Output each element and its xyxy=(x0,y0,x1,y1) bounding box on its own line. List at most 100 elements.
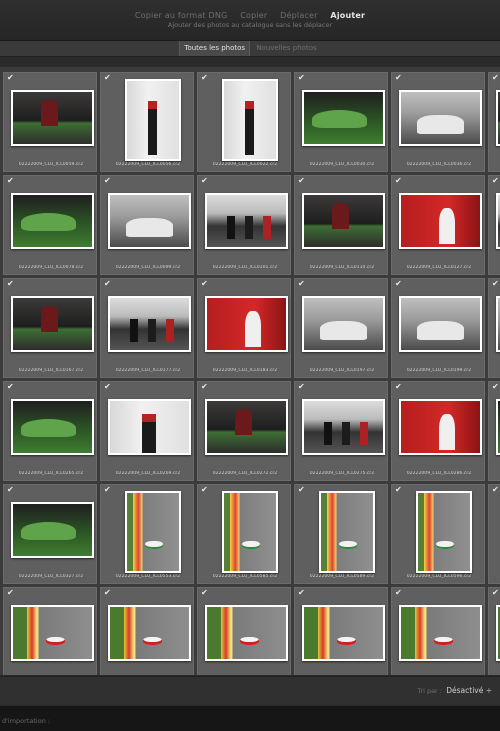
include-checkbox-icon[interactable]: ✔ xyxy=(201,280,208,288)
photo-cell[interactable]: ✔ 02222009_CLU_ICL0585.cr2 xyxy=(197,484,291,584)
include-checkbox-icon[interactable]: ✔ xyxy=(395,383,402,391)
include-checkbox-icon[interactable]: ✔ xyxy=(298,177,305,185)
include-checkbox-icon[interactable]: ✔ xyxy=(104,383,111,391)
photo-cell[interactable]: ✔ 02222009_CLU_ICL0022.cr2 xyxy=(197,72,291,172)
mode-copy[interactable]: Copier xyxy=(240,11,267,20)
mode-add[interactable]: Ajouter xyxy=(330,11,365,20)
photo-thumbnail[interactable] xyxy=(11,399,94,455)
photo-thumbnail[interactable] xyxy=(205,193,288,249)
photo-thumbnail[interactable] xyxy=(399,193,482,249)
photo-cell[interactable]: ✔ 02222009_CLU_ICL0110.cr2 xyxy=(294,175,388,275)
photo-thumbnail[interactable] xyxy=(108,605,191,661)
photo-cell[interactable]: ✔ xyxy=(488,72,500,172)
include-checkbox-icon[interactable]: ✔ xyxy=(395,486,402,494)
photo-thumbnail[interactable] xyxy=(11,90,94,146)
photo-thumbnail[interactable] xyxy=(108,193,191,249)
photo-cell[interactable]: ✔ xyxy=(488,587,500,675)
include-checkbox-icon[interactable]: ✔ xyxy=(201,383,208,391)
include-checkbox-icon[interactable]: ✔ xyxy=(395,589,402,597)
include-checkbox-icon[interactable]: ✔ xyxy=(395,74,402,82)
sort-dropdown[interactable]: Désactivé ÷ xyxy=(446,686,492,695)
photo-thumbnail[interactable] xyxy=(108,296,191,352)
include-checkbox-icon[interactable]: ✔ xyxy=(104,589,111,597)
filter-new-photos[interactable]: Nouvelles photos xyxy=(252,41,320,56)
photo-cell[interactable]: ✔ 02222009_CLU_ICL0589.cr2 xyxy=(294,484,388,584)
photo-thumbnail[interactable] xyxy=(496,90,500,146)
photo-cell[interactable]: ✔ 02222009_CLU_ICL0078.cr2 xyxy=(3,175,97,275)
include-checkbox-icon[interactable]: ✔ xyxy=(201,589,208,597)
photo-cell[interactable]: ✔ 02222009_CLU_ICL0059.cr2 xyxy=(3,72,97,172)
photo-cell[interactable]: ✔ 02222009_CLU_ICL0056.cr2 xyxy=(100,72,194,172)
include-checkbox-icon[interactable]: ✔ xyxy=(492,589,499,597)
photo-cell[interactable]: ✔ 02222009_CLU_ICL0183.cr2 xyxy=(197,278,291,378)
photo-cell[interactable]: ✔ 02222009_CLU_ICL0596.cr2 xyxy=(391,484,485,584)
photo-cell[interactable]: ✔ 02222009_CLU_ICL0127.cr2 xyxy=(391,175,485,275)
include-checkbox-icon[interactable]: ✔ xyxy=(492,486,499,494)
photo-thumbnail[interactable] xyxy=(302,193,385,249)
photo-thumbnail[interactable] xyxy=(302,90,385,146)
include-checkbox-icon[interactable]: ✔ xyxy=(492,280,499,288)
photo-cell[interactable]: ✔ 02222009_CLU_ICL0099.cr2 xyxy=(100,175,194,275)
photo-thumbnail[interactable] xyxy=(496,193,500,249)
photo-cell[interactable]: ✔ 02222009_CLU_ICL0036.cr2 xyxy=(391,72,485,172)
include-checkbox-icon[interactable]: ✔ xyxy=(395,280,402,288)
photo-thumbnail[interactable] xyxy=(11,605,94,661)
photo-thumbnail[interactable] xyxy=(496,296,500,352)
photo-thumbnail[interactable] xyxy=(399,399,482,455)
photo-thumbnail[interactable] xyxy=(416,491,472,573)
photo-cell[interactable]: ✔ 02222009_CLU_ICL0286.cr2 xyxy=(391,381,485,481)
photo-thumbnail[interactable] xyxy=(302,399,385,455)
photo-cell[interactable]: ✔ 02222009_CLU_ICL0177.cr2 xyxy=(100,278,194,378)
include-checkbox-icon[interactable]: ✔ xyxy=(201,74,208,82)
photo-cell[interactable]: ✔ xyxy=(488,175,500,275)
photo-cell[interactable]: ✔ 02222009_CLU_ICL0265.cr2 xyxy=(3,381,97,481)
photo-cell[interactable]: ✔ 02222009_CLU_ICL0272.cr2 xyxy=(197,381,291,481)
include-checkbox-icon[interactable]: ✔ xyxy=(7,589,14,597)
photo-thumbnail[interactable] xyxy=(222,491,278,573)
photo-grid-viewport[interactable]: ✔ 02222009_CLU_ICL0059.cr2 ✔ 02222009_CLU_I… xyxy=(0,67,500,675)
photo-thumbnail[interactable] xyxy=(125,79,181,161)
photo-cell[interactable]: ✔ 02222009_CLU_ICL0030.cr2 xyxy=(294,72,388,172)
photo-thumbnail[interactable] xyxy=(319,491,375,573)
include-checkbox-icon[interactable]: ✔ xyxy=(298,383,305,391)
photo-thumbnail[interactable] xyxy=(302,605,385,661)
include-checkbox-icon[interactable]: ✔ xyxy=(201,486,208,494)
include-checkbox-icon[interactable]: ✔ xyxy=(298,486,305,494)
photo-thumbnail[interactable] xyxy=(222,79,278,161)
include-checkbox-icon[interactable]: ✔ xyxy=(104,280,111,288)
photo-cell[interactable]: ✔ 02222009_CLU_ICL0275.cr2 xyxy=(294,381,388,481)
photo-thumbnail[interactable] xyxy=(496,605,500,661)
photo-thumbnail[interactable] xyxy=(496,399,500,455)
photo-thumbnail[interactable] xyxy=(399,605,482,661)
include-checkbox-icon[interactable]: ✔ xyxy=(298,74,305,82)
include-checkbox-icon[interactable]: ✔ xyxy=(298,589,305,597)
include-checkbox-icon[interactable]: ✔ xyxy=(7,486,14,494)
photo-thumbnail[interactable] xyxy=(205,399,288,455)
photo-cell[interactable]: ✔ 02222009_CLU_ICL0199.cr2 xyxy=(391,278,485,378)
include-checkbox-icon[interactable]: ✔ xyxy=(7,383,14,391)
photo-thumbnail[interactable] xyxy=(11,296,94,352)
photo-cell[interactable]: ✔ 02222009_CLU_ICL0327.cr2 xyxy=(3,484,97,584)
include-checkbox-icon[interactable]: ✔ xyxy=(492,74,499,82)
photo-cell[interactable]: ✔ xyxy=(391,587,485,675)
photo-cell[interactable]: ✔ 02222009_CLU_ICL0269.cr2 xyxy=(100,381,194,481)
include-checkbox-icon[interactable]: ✔ xyxy=(7,74,14,82)
include-checkbox-icon[interactable]: ✔ xyxy=(104,177,111,185)
photo-thumbnail[interactable] xyxy=(399,90,482,146)
photo-thumbnail[interactable] xyxy=(399,296,482,352)
photo-cell[interactable]: ✔ xyxy=(488,278,500,378)
photo-cell[interactable]: ✔ xyxy=(100,587,194,675)
include-checkbox-icon[interactable]: ✔ xyxy=(201,177,208,185)
include-checkbox-icon[interactable]: ✔ xyxy=(492,177,499,185)
include-checkbox-icon[interactable]: ✔ xyxy=(7,280,14,288)
photo-cell[interactable]: ✔ 02222009_CLU_ICL0167.cr2 xyxy=(3,278,97,378)
photo-cell[interactable]: ✔ xyxy=(488,484,500,584)
include-checkbox-icon[interactable]: ✔ xyxy=(298,280,305,288)
photo-thumbnail[interactable] xyxy=(11,502,94,558)
photo-thumbnail[interactable] xyxy=(302,296,385,352)
include-checkbox-icon[interactable]: ✔ xyxy=(492,383,499,391)
include-checkbox-icon[interactable]: ✔ xyxy=(104,486,111,494)
photo-thumbnail[interactable] xyxy=(108,399,191,455)
include-checkbox-icon[interactable]: ✔ xyxy=(395,177,402,185)
photo-cell[interactable]: ✔ xyxy=(3,587,97,675)
